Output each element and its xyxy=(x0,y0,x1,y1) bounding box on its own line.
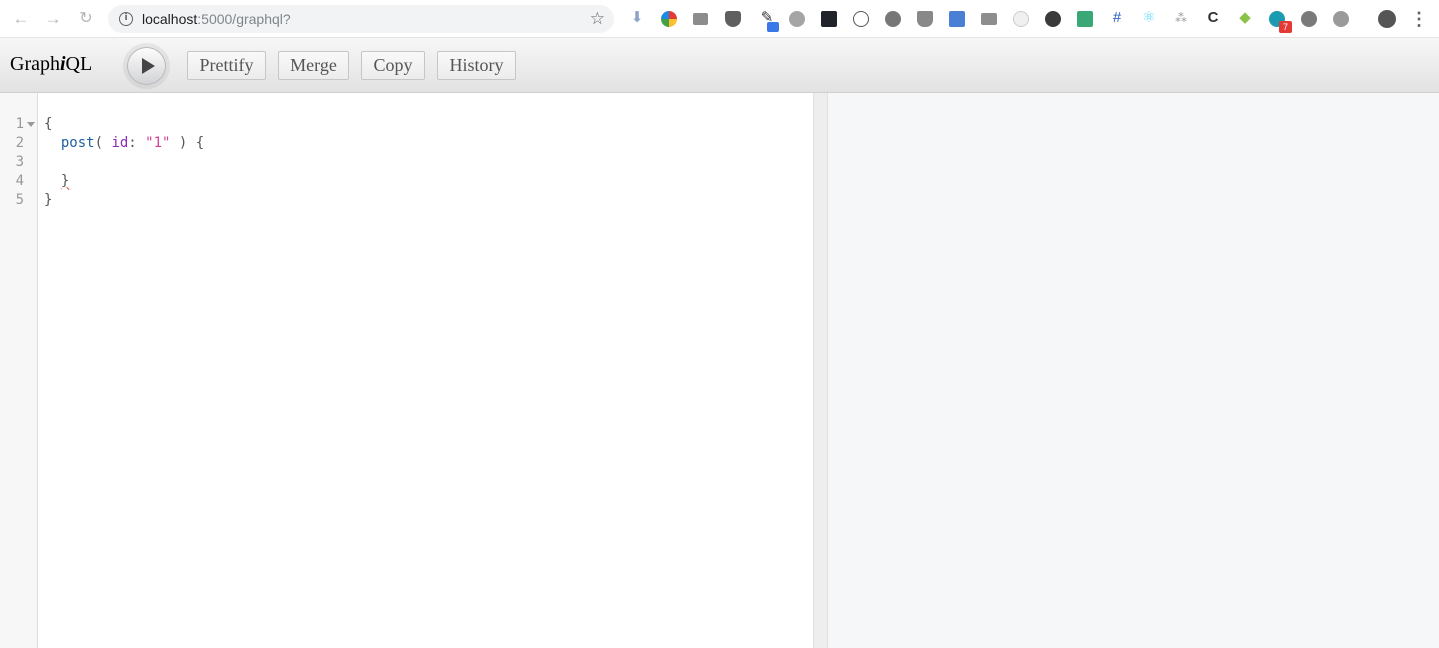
pane-resize-handle[interactable] xyxy=(813,93,828,648)
line-number: 3 xyxy=(15,154,24,170)
fold-caret-icon[interactable] xyxy=(27,122,35,127)
colon: : xyxy=(128,135,146,151)
code-line-5[interactable]: } xyxy=(44,191,52,210)
prettify-button[interactable]: Prettify xyxy=(187,51,266,80)
timer-extension-icon[interactable] xyxy=(1013,11,1029,27)
merge-button[interactable]: Merge xyxy=(278,51,349,80)
close-brace-with-error: } xyxy=(60,173,70,189)
css-c-extension-icon[interactable]: C xyxy=(1204,9,1222,27)
extension-count-badge: 7 xyxy=(1279,21,1292,33)
bookmark-star-icon[interactable]: ☆ xyxy=(590,9,605,29)
frame-grid-extension-icon[interactable]: # xyxy=(1108,9,1126,27)
line-number-gutter: 1 2 3 4 5 xyxy=(0,93,38,648)
back-arrow-icon[interactable]: ← xyxy=(11,9,31,29)
open-paren: ( xyxy=(94,135,112,151)
field-name: post xyxy=(60,135,95,151)
forward-arrow-icon[interactable]: → xyxy=(43,9,63,29)
url-path: :5000/graphql? xyxy=(197,11,291,27)
line-number: 2 xyxy=(15,135,24,151)
url-text[interactable]: localhost:5000/graphql? xyxy=(142,11,291,27)
profile-avatar[interactable] xyxy=(1378,10,1396,28)
camera-extension-icon[interactable] xyxy=(693,13,708,25)
gear-extension-icon[interactable] xyxy=(1333,11,1349,27)
download-circle-extension-icon[interactable] xyxy=(1045,11,1061,27)
history-button[interactable]: History xyxy=(437,51,516,80)
react-extension-icon[interactable]: ⚛ xyxy=(1140,9,1158,27)
vue-diamond-extension-icon[interactable]: ◆ xyxy=(1236,9,1254,27)
string-value: "1" xyxy=(145,135,171,151)
result-viewer xyxy=(828,93,1439,648)
translate-extension-icon[interactable] xyxy=(949,11,965,27)
graphiql-logo: GraphiQL xyxy=(10,53,92,76)
line-number: 5 xyxy=(15,192,24,208)
u-circle-extension-icon[interactable] xyxy=(789,11,805,27)
close-paren-brace: ) { xyxy=(170,135,205,151)
tree-structure-extension-icon[interactable]: ⁂ xyxy=(1172,9,1190,27)
graphiql-toolbar: GraphiQL Prettify Merge Copy History xyxy=(0,38,1439,93)
copy-button[interactable]: Copy xyxy=(361,51,425,80)
react-devtools-dark-extension-icon[interactable] xyxy=(821,11,837,27)
close-brace: } xyxy=(44,192,53,208)
code-line-1[interactable]: { xyxy=(44,115,52,134)
address-bar[interactable]: i localhost:5000/graphql? ☆ xyxy=(108,5,614,33)
download-arrow-extension-icon[interactable]: ⬇ xyxy=(628,9,646,27)
globe-extension-icon[interactable] xyxy=(1301,11,1317,27)
line-number: 1 xyxy=(15,116,24,132)
url-host: localhost xyxy=(142,11,198,27)
reload-icon[interactable]: ↻ xyxy=(76,9,96,29)
query-editor[interactable]: 1 2 3 4 5 { post( id: "1" ) { } } xyxy=(0,93,813,648)
browser-menu-icon[interactable]: ⋮ xyxy=(1410,9,1428,29)
line-number: 4 xyxy=(15,173,24,189)
open-brace: { xyxy=(44,116,53,132)
browser-toolbar: ← → ↻ i localhost:5000/graphql? ☆ ⬇ ✎ # … xyxy=(0,0,1439,38)
play-icon xyxy=(142,58,155,74)
ublock-shield-extension-icon[interactable] xyxy=(725,11,741,27)
color-wheel-extension-icon[interactable] xyxy=(661,11,677,27)
info-icon[interactable]: i xyxy=(119,12,133,26)
logo-part-graph: Graph xyxy=(10,53,60,75)
code-line-4[interactable]: } xyxy=(44,172,69,191)
eyedropper-color-badge xyxy=(767,22,779,32)
inbox-extension-icon[interactable] xyxy=(1077,11,1093,27)
execute-query-button[interactable] xyxy=(127,47,166,85)
video-extension-icon[interactable] xyxy=(981,13,997,25)
code-line-2[interactable]: post( id: "1" ) { xyxy=(44,134,204,153)
refresh-circle-extension-icon[interactable] xyxy=(885,11,901,27)
argument-name: id xyxy=(111,135,129,151)
logo-part-ql: QL xyxy=(65,53,93,75)
shield-extension-icon[interactable] xyxy=(917,11,933,27)
code-circle-extension-icon[interactable] xyxy=(853,11,869,27)
